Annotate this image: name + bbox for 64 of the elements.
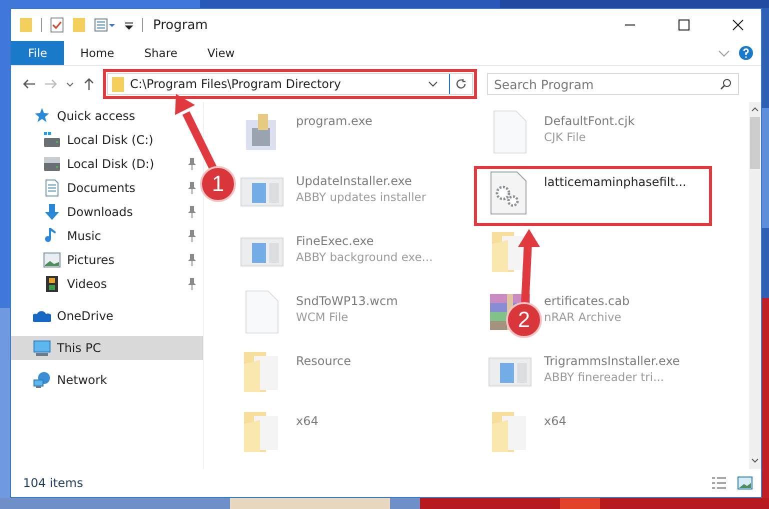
pc-icon <box>33 339 51 357</box>
search-field[interactable]: Search Program <box>487 73 739 95</box>
documents-icon <box>43 179 61 197</box>
file-type: nRAR Archive <box>544 310 622 324</box>
sidebar-item[interactable]: Local Disk (D:) <box>67 157 154 171</box>
drive-win-icon <box>43 131 61 149</box>
sidebar-item[interactable]: Music <box>67 229 102 243</box>
file-name[interactable]: program.exe <box>296 114 372 128</box>
pin-icon[interactable] <box>187 278 197 290</box>
pin-icon[interactable] <box>187 182 197 194</box>
file-name[interactable]: x64 <box>296 414 318 428</box>
ribbon-tab[interactable]: Home <box>66 41 128 65</box>
file-type: ABBY updates installer <box>296 190 426 204</box>
network-icon <box>33 371 51 389</box>
pin-icon[interactable] <box>187 254 197 266</box>
sidebar-item[interactable]: OneDrive <box>57 309 114 323</box>
window-title: Program <box>153 18 209 32</box>
pictures-icon <box>43 251 61 269</box>
drive-icon <box>43 155 61 173</box>
properties-icon[interactable] <box>50 17 64 33</box>
item-count: 104 items <box>23 476 84 490</box>
sidebar-item[interactable]: Downloads <box>67 205 133 219</box>
downloads-icon <box>43 203 61 221</box>
folder-icon <box>112 76 124 92</box>
sidebar-item[interactable]: Quick access <box>57 109 136 123</box>
pin-icon[interactable] <box>187 206 197 218</box>
refresh-icon[interactable] <box>455 78 467 90</box>
file-name[interactable]: TrigrammsInstaller.exe <box>544 354 680 368</box>
file-name[interactable]: x64 <box>544 414 566 428</box>
file-name[interactable]: Resource <box>296 354 352 368</box>
scrollbar-thumb[interactable] <box>750 117 760 169</box>
file-type: ABBY background exe... <box>296 250 433 264</box>
ribbon-tab[interactable]: Share <box>130 41 192 65</box>
file-name[interactable]: SndToWP13.wcm <box>296 294 398 308</box>
help-icon[interactable] <box>739 46 753 60</box>
sidebar-item[interactable]: Pictures <box>67 253 115 267</box>
sidebar-item[interactable]: Local Disk (C:) <box>67 133 154 147</box>
file-name[interactable]: DefaultFont.cjk <box>544 114 635 128</box>
file-name[interactable]: ertificates.cab <box>544 294 630 308</box>
sidebar-item[interactable]: Network <box>57 373 108 387</box>
file-type: ABBY finereader tri... <box>544 370 666 384</box>
sidebar-item[interactable]: Documents <box>67 181 136 195</box>
file-menu-button[interactable]: File <box>11 41 64 65</box>
pin-icon[interactable] <box>187 230 197 242</box>
sidebar-item[interactable]: This PC <box>57 341 101 355</box>
file-name[interactable]: FineExec.exe <box>296 234 433 248</box>
maximize-icon[interactable] <box>678 19 690 31</box>
scroll-up-icon[interactable] <box>751 105 759 113</box>
address-field[interactable]: C:\Program Files\Program Directory <box>107 73 473 95</box>
large-icons-view-icon[interactable] <box>737 476 753 490</box>
search-icon[interactable] <box>720 78 732 90</box>
file-name[interactable]: UpdateInstaller.exe <box>296 174 426 188</box>
sidebar-item[interactable]: Videos <box>67 277 107 291</box>
pin-icon[interactable] <box>187 158 197 170</box>
view-menu-icon[interactable] <box>94 17 116 33</box>
file-name[interactable]: latticemaminphasefilt... <box>544 175 686 189</box>
file-type: CJK File <box>544 130 587 144</box>
scroll-down-icon[interactable] <box>751 457 759 465</box>
close-icon[interactable] <box>732 19 744 31</box>
details-view-icon[interactable] <box>711 476 727 490</box>
file-type: WCM File <box>296 310 350 324</box>
videos-icon <box>43 275 61 293</box>
ribbon-tab[interactable]: View <box>193 41 249 65</box>
star-icon <box>33 107 51 125</box>
